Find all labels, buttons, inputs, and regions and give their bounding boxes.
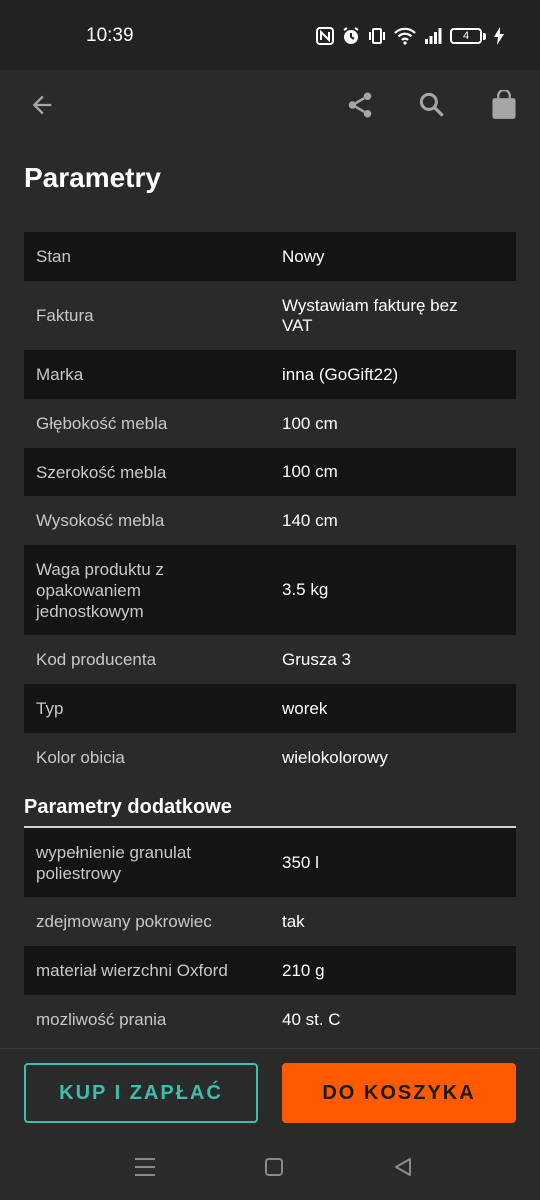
- table-row: Waga produktu z opakowaniem jednostkowym…: [24, 545, 516, 635]
- param-value: 210 g: [282, 960, 325, 980]
- share-icon[interactable]: [338, 83, 382, 127]
- table-row: Wysokość mebla 140 cm: [24, 496, 516, 545]
- param-label: mozliwość prania: [36, 1010, 167, 1029]
- table-row: mozliwość prania 40 st. C: [24, 995, 516, 1044]
- param-value: Nowy: [282, 246, 325, 266]
- param-label: Stan: [36, 247, 71, 266]
- param-label: materiał wierzchni Oxford: [36, 961, 228, 980]
- param-value: 350 l: [282, 852, 319, 872]
- param-label: Kod producenta: [36, 650, 157, 669]
- param-value: 40 st. C: [282, 1009, 341, 1029]
- bottom-action-bar: KUP I ZAPŁAĆ DO KOSZYKA: [0, 1048, 540, 1134]
- back-arrow-icon[interactable]: [20, 83, 64, 127]
- buy-now-button[interactable]: KUP I ZAPŁAĆ: [24, 1063, 258, 1123]
- battery-level: 4: [450, 28, 482, 44]
- param-value: Grusza 3: [282, 649, 351, 669]
- table-row: Głębokość mebla 100 cm: [24, 399, 516, 448]
- page-title: Parametry: [24, 162, 161, 193]
- content-area[interactable]: Parametry Stan Nowy Faktura Wystawiam fa…: [0, 140, 540, 1048]
- param-label: Typ: [36, 699, 64, 718]
- table-row: Marka inna (GoGift22): [24, 350, 516, 399]
- param-label: wypełnienie granulat poliestrowy: [36, 842, 191, 883]
- menu-icon[interactable]: [130, 1152, 160, 1182]
- param-value: tak: [282, 911, 305, 931]
- signal-icon: [424, 27, 442, 45]
- search-icon[interactable]: [410, 83, 454, 127]
- shopping-bag-icon[interactable]: [482, 83, 526, 127]
- additional-parameters-table: wypełnienie granulat poliestrowy 350 l z…: [24, 828, 516, 1044]
- param-value: 3.5 kg: [282, 580, 329, 599]
- param-value: worek: [282, 698, 328, 718]
- table-row: Szerokość mebla 100 cm: [24, 448, 516, 496]
- table-row: Kolor obicia wielokolorowy: [24, 733, 516, 782]
- system-nav-bar: [0, 1134, 540, 1200]
- charging-icon: [494, 27, 504, 45]
- param-label: Szerokość mebla: [36, 462, 167, 482]
- param-label: Wysokość mebla: [36, 511, 165, 530]
- alarm-icon: [342, 27, 360, 45]
- table-row: Faktura Wystawiam fakturę bez VAT: [24, 281, 516, 350]
- home-square-icon[interactable]: [259, 1152, 289, 1182]
- param-value: Wystawiam fakturę bez VAT: [282, 295, 458, 335]
- app-bar: [0, 70, 540, 140]
- status-bar: 10:39 4: [0, 0, 540, 70]
- param-label: Waga produktu z opakowaniem jednostkowym: [36, 559, 164, 621]
- param-label: zdejmowany pokrowiec: [36, 912, 212, 931]
- param-value: 140 cm: [282, 510, 338, 530]
- status-icons: 4: [316, 25, 504, 47]
- nfc-icon: [316, 27, 334, 45]
- table-row: wypełnienie granulat poliestrowy 350 l: [24, 828, 516, 897]
- table-row: Stan Nowy: [24, 232, 516, 281]
- param-value: 100 cm: [282, 413, 338, 433]
- vibrate-icon: [368, 27, 386, 45]
- status-time: 10:39: [86, 25, 134, 46]
- param-label: Faktura: [36, 306, 94, 325]
- table-row: zdejmowany pokrowiec tak: [24, 897, 516, 946]
- table-row: Kod producenta Grusza 3: [24, 635, 516, 684]
- param-value: wielokolorowy: [282, 747, 388, 767]
- param-label: Głębokość mebla: [36, 414, 168, 433]
- table-row: materiał wierzchni Oxford 210 g: [24, 946, 516, 995]
- back-triangle-icon[interactable]: [388, 1152, 418, 1182]
- param-value: inna (GoGift22): [282, 364, 399, 384]
- param-label: Kolor obicia: [36, 748, 125, 767]
- parameters-table: Stan Nowy Faktura Wystawiam fakturę bez …: [24, 232, 516, 782]
- wifi-icon: [394, 27, 416, 45]
- param-value: 100 cm: [282, 462, 338, 481]
- section-title: Parametry dodatkowe: [24, 796, 232, 818]
- param-label: Marka: [36, 365, 84, 384]
- add-to-cart-button[interactable]: DO KOSZYKA: [282, 1063, 516, 1123]
- battery-icon: 4: [450, 28, 486, 44]
- table-row: Typ worek: [24, 684, 516, 733]
